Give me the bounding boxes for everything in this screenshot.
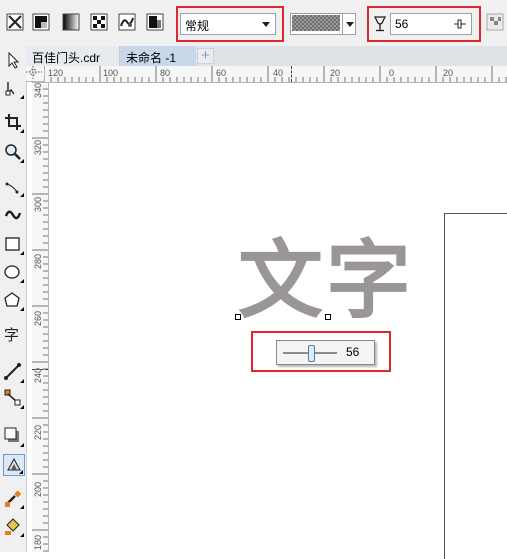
page-border [444,213,507,559]
text-tool-icon[interactable]: 字 [3,324,25,346]
property-bar: 常规 56 [0,0,507,47]
rectangle-tool-icon[interactable] [3,234,25,256]
ruler-label: 260 [33,310,43,326]
ruler-label: 20 [330,68,341,78]
ruler-label: 180 [33,534,43,550]
popup-opacity-value[interactable]: 56 [346,345,359,359]
ruler-label: 20 [443,68,454,78]
ruler-label: 280 [33,253,43,269]
opacity-slider-thumb[interactable] [308,345,315,362]
freeze-transparency-icon[interactable] [486,13,506,33]
ruler-label: 40 [273,68,284,78]
transparency-fountain-icon[interactable] [62,13,82,33]
ruler-cursor-marker [32,369,48,371]
merge-mode-value: 常规 [185,19,210,33]
tab-document-1[interactable]: 百佳门头.cdr [26,46,120,66]
artistic-media-icon[interactable] [3,204,25,226]
drop-shadow-tool-icon[interactable] [3,426,25,448]
transparency-bitmap-icon[interactable] [146,13,166,33]
ruler-label: 120 [48,68,64,78]
transparency-none-icon[interactable] [6,13,26,33]
svg-text:字: 字 [4,326,19,344]
ruler-label: 0 [389,68,395,78]
eyedropper-tool-icon[interactable] [3,488,25,510]
wineglass-icon [373,15,387,33]
ruler-label: 340 [33,82,43,98]
transparency-texture-icon[interactable] [118,13,138,33]
crop-tool-icon[interactable] [3,112,25,134]
ruler-label: 60 [216,68,227,78]
slider-toggle-icon[interactable] [453,17,467,31]
chevron-down-icon [346,22,354,27]
ruler-label: 100 [103,68,119,78]
transparency-start-handle[interactable] [235,314,241,320]
polygon-tool-icon[interactable] [3,290,25,312]
transparency-end-handle[interactable] [325,314,331,320]
ruler-label: 220 [33,424,43,440]
tab-label: 百佳门头.cdr [32,51,101,65]
tab-document-2[interactable]: 未命名 -1 [120,46,196,66]
ruler-cursor-marker [291,66,293,82]
ruler-label: 80 [160,68,171,78]
opacity-value: 56 [395,17,409,31]
connector-tool-icon[interactable] [3,388,25,410]
transparency-uniform-icon[interactable] [32,13,52,33]
pattern-dropdown-button[interactable] [342,14,356,34]
pick-tool-icon[interactable] [3,50,25,72]
zoom-tool-icon[interactable] [3,142,25,164]
toolbox: 字 [0,46,27,552]
pattern-swatch [292,15,340,31]
add-tab-icon[interactable]: + [197,48,214,64]
opacity-input[interactable]: 56 [390,13,472,35]
interactive-fill-icon[interactable] [3,516,25,538]
ellipse-tool-icon[interactable] [3,262,25,284]
chevron-down-icon [262,22,270,27]
transparency-tool-icon[interactable] [3,454,25,476]
freehand-tool-icon[interactable] [3,176,25,198]
shape-tool-icon[interactable] [3,78,25,100]
dimension-tool-icon[interactable] [3,362,25,384]
merge-mode-select[interactable]: 常规 [180,13,276,35]
ruler-label: 200 [33,481,43,497]
transparency-pattern-icon[interactable] [90,13,110,33]
ruler-label: 300 [33,196,43,212]
tab-label: 未命名 -1 [126,51,177,65]
ruler-label: 320 [33,139,43,155]
